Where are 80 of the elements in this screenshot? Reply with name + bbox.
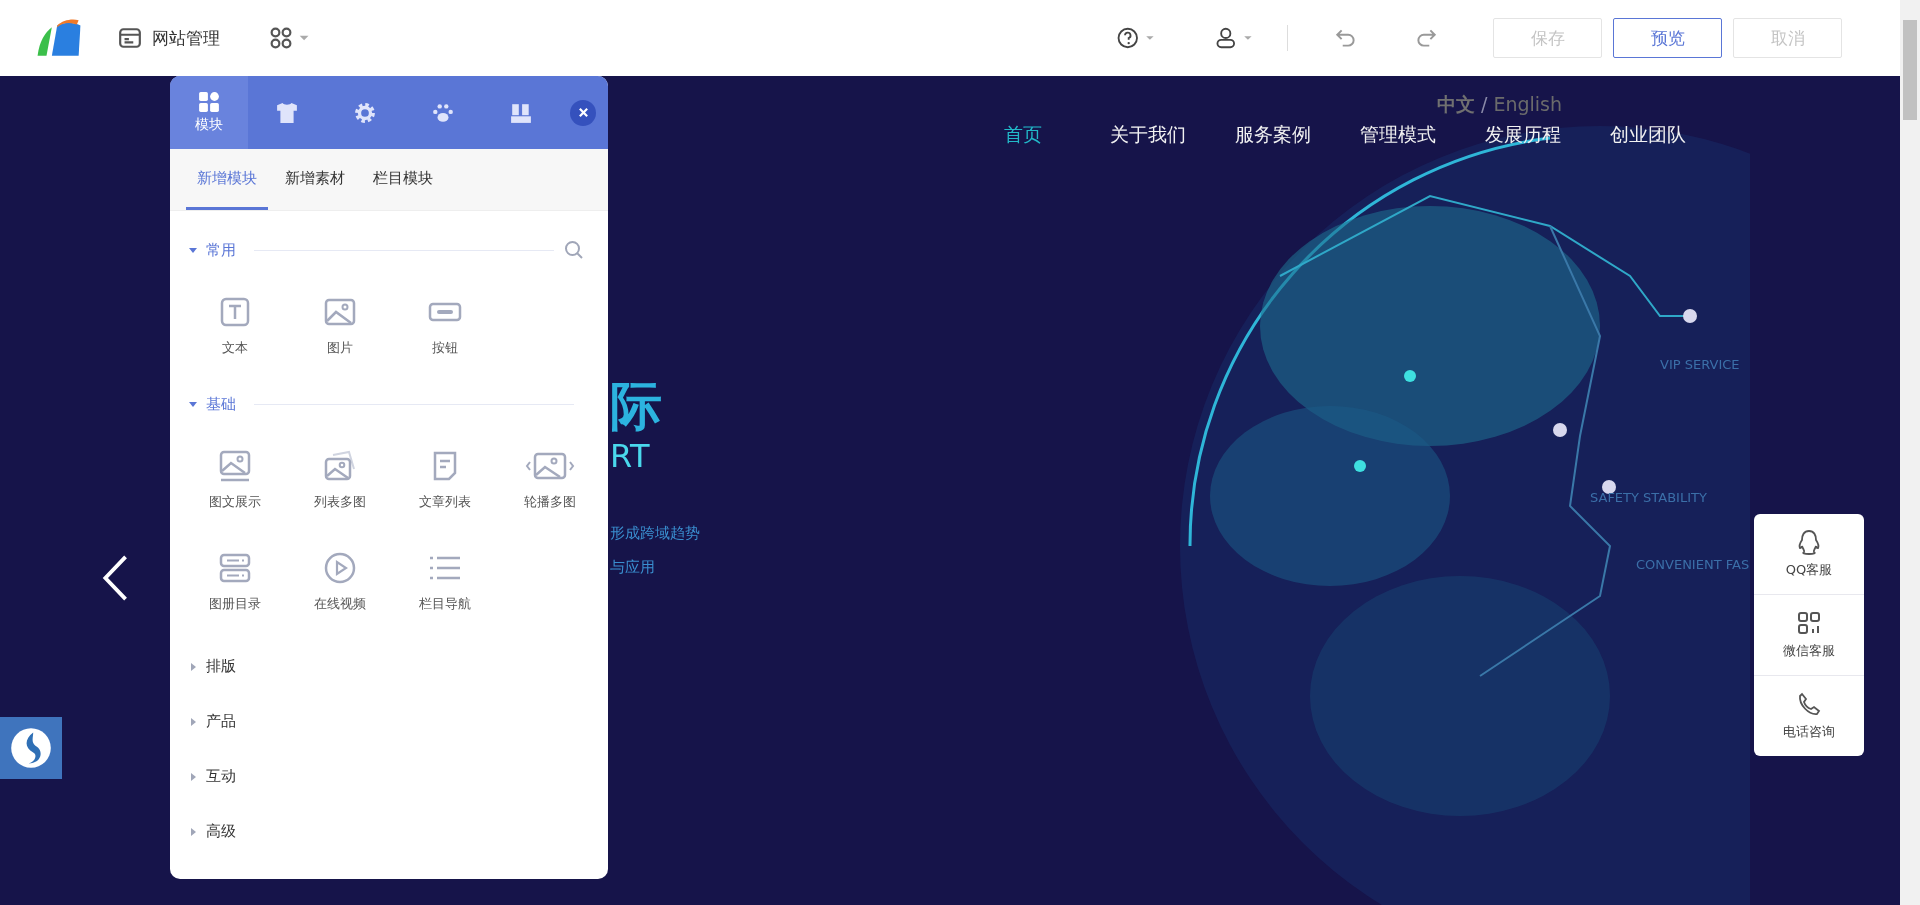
nav-link[interactable]: 服务案例 bbox=[1230, 122, 1315, 148]
chat-bubble-icon bbox=[9, 726, 53, 770]
toolbar-button[interactable]: 预览 bbox=[1613, 18, 1722, 58]
hero-text-line: 形成跨域趋势 bbox=[610, 523, 700, 544]
caret-icon[interactable] bbox=[188, 771, 198, 782]
module-label: 列表多图 bbox=[313, 493, 366, 511]
module-label: 在线视频 bbox=[313, 595, 366, 613]
server-icon bbox=[217, 551, 252, 585]
floating-help-widget[interactable] bbox=[0, 717, 62, 779]
penguin-icon bbox=[1796, 529, 1822, 555]
scrollbar[interactable] bbox=[1900, 0, 1920, 905]
close-icon bbox=[577, 107, 589, 118]
layers-icon bbox=[510, 101, 532, 124]
paw-icon bbox=[432, 101, 454, 124]
contact-label: 电话咨询 bbox=[1783, 723, 1835, 741]
module-item[interactable]: 文章列表 bbox=[392, 443, 497, 511]
language-separator: / bbox=[1481, 93, 1488, 115]
section-title[interactable]: 常用 bbox=[206, 240, 236, 260]
nav-link[interactable]: 发展历程 bbox=[1480, 122, 1565, 148]
panel-icon-tab[interactable]: 模块 bbox=[170, 76, 248, 149]
globe-label: VIP SERVICE bbox=[1660, 357, 1740, 372]
contact-item[interactable]: 微信客服 bbox=[1754, 595, 1864, 676]
caret-icon[interactable] bbox=[188, 716, 198, 727]
module-item[interactable]: 在线视频 bbox=[287, 545, 392, 613]
grid-icon bbox=[198, 91, 220, 113]
image-caption-icon bbox=[217, 449, 252, 483]
caret-icon[interactable] bbox=[188, 661, 198, 672]
play-icon bbox=[322, 551, 357, 585]
module-label: 栏目导航 bbox=[418, 595, 471, 613]
site-manage-title[interactable]: 网站管理 bbox=[152, 26, 220, 50]
panel-tab[interactable]: 新增模块 bbox=[186, 149, 268, 210]
module-item[interactable]: 栏目导航 bbox=[392, 545, 497, 613]
module-item[interactable]: 图册目录 bbox=[182, 545, 287, 613]
module-item[interactable]: 按钮 bbox=[392, 289, 497, 357]
module-label: 图文展示 bbox=[208, 493, 261, 511]
globe-label: SAFETY STABILITY bbox=[1590, 490, 1707, 505]
hero-heading: 际 bbox=[610, 376, 662, 436]
phone-icon bbox=[1796, 691, 1822, 717]
module-label: 图片 bbox=[326, 339, 353, 357]
hero-text-line: 与应用 bbox=[610, 557, 655, 578]
caret-icon[interactable] bbox=[188, 399, 198, 409]
module-label: 文章列表 bbox=[418, 493, 471, 511]
search-icon[interactable] bbox=[564, 240, 584, 260]
contact-label: QQ客服 bbox=[1785, 561, 1833, 579]
module-item[interactable]: 文本 bbox=[182, 289, 287, 357]
nav-link[interactable]: 首页 bbox=[980, 122, 1065, 148]
section-title[interactable]: 排版 bbox=[206, 657, 236, 676]
module-item[interactable]: 轮播多图 bbox=[497, 443, 602, 511]
section-title[interactable]: 高级 bbox=[206, 822, 236, 841]
module-label: 文本 bbox=[221, 339, 248, 357]
close-button[interactable] bbox=[570, 99, 596, 126]
panel-tab[interactable]: 栏目模块 bbox=[362, 149, 444, 210]
nav-link[interactable]: 管理模式 bbox=[1355, 122, 1440, 148]
gear-icon bbox=[354, 101, 376, 124]
module-item[interactable]: 列表多图 bbox=[287, 443, 392, 511]
contact-item[interactable]: QQ客服 bbox=[1754, 514, 1864, 595]
contact-item[interactable]: 电话咨询 bbox=[1754, 676, 1864, 756]
caret-icon[interactable] bbox=[188, 245, 198, 255]
module-label: 按钮 bbox=[431, 339, 458, 357]
panel-tab-label: 模块 bbox=[195, 116, 223, 134]
scrollbar-thumb[interactable] bbox=[1903, 20, 1917, 120]
panel-tab[interactable]: 新增素材 bbox=[274, 149, 356, 210]
section-title[interactable]: 基础 bbox=[206, 394, 236, 414]
module-label: 轮播多图 bbox=[523, 493, 576, 511]
section-title[interactable]: 产品 bbox=[206, 712, 236, 731]
contact-label: 微信客服 bbox=[1783, 642, 1835, 660]
nav-link[interactable]: 创业团队 bbox=[1605, 122, 1690, 148]
section-title[interactable]: 互动 bbox=[206, 767, 236, 786]
globe-label: CONVENIENT FAS bbox=[1636, 557, 1750, 572]
hero-subheading: RT bbox=[610, 436, 650, 476]
caret-icon[interactable] bbox=[188, 826, 198, 837]
qr-code-icon bbox=[1796, 610, 1822, 636]
browser-icon[interactable] bbox=[118, 26, 142, 50]
shirt-icon bbox=[276, 101, 298, 124]
module-label: 图册目录 bbox=[208, 595, 261, 613]
stacked-images-icon bbox=[322, 449, 357, 483]
nav-link[interactable]: 关于我们 bbox=[1105, 122, 1190, 148]
chevron-left-icon[interactable] bbox=[100, 554, 130, 602]
module-item[interactable]: 图片 bbox=[287, 289, 392, 357]
module-item[interactable]: 图文展示 bbox=[182, 443, 287, 511]
